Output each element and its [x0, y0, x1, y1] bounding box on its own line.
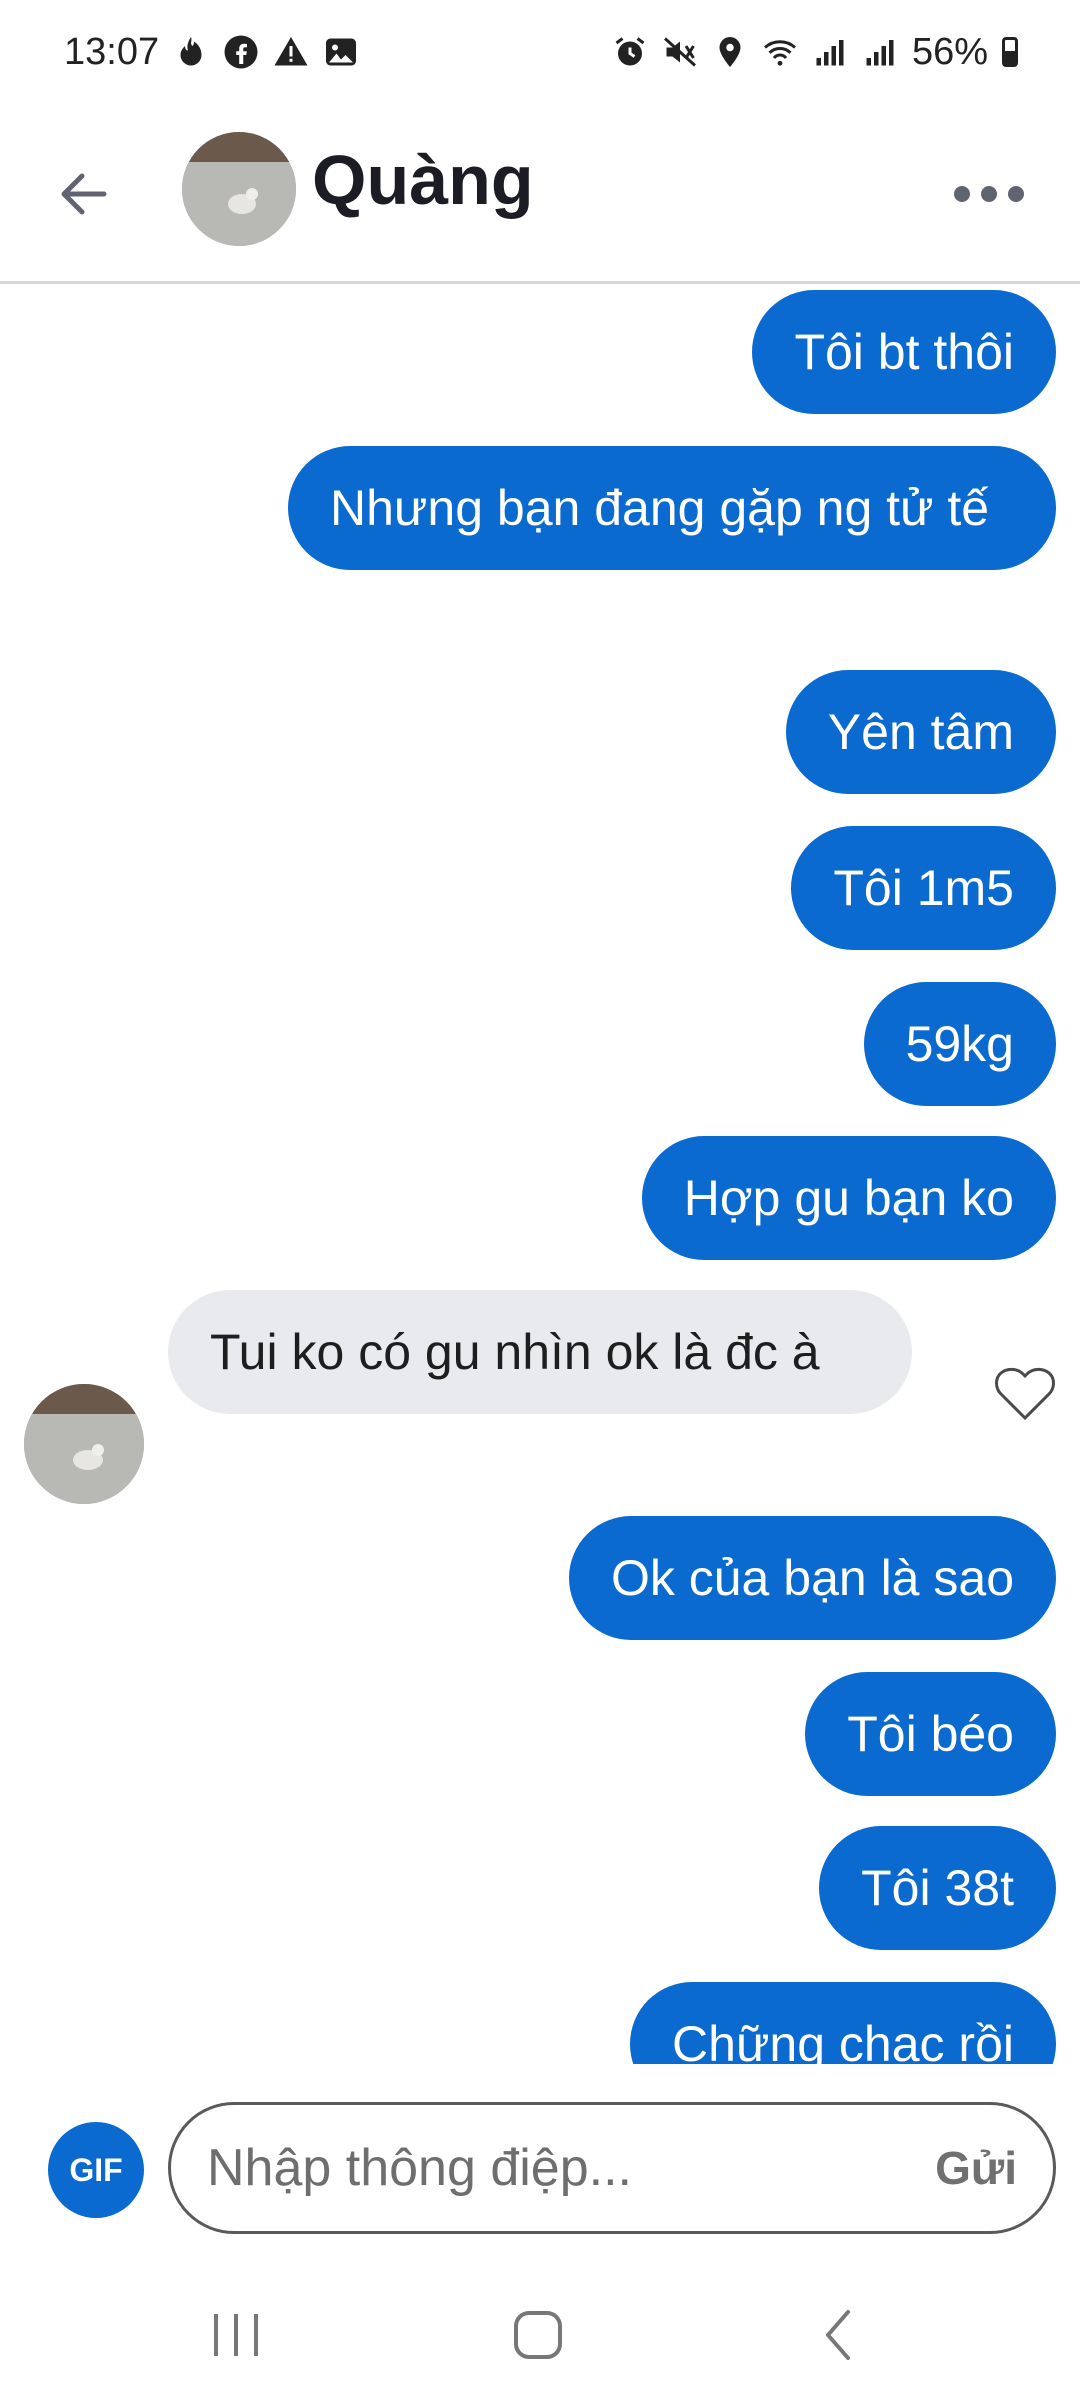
warning-icon — [273, 34, 309, 70]
message-list[interactable]: Tôi bt thôi Nhưng bạn đang gặp ng tử tế … — [0, 284, 1080, 2064]
tinder-icon — [173, 34, 209, 70]
message-bubble-outgoing[interactable]: Hợp gu bạn ko — [641, 1136, 1056, 1260]
more-dots-icon — [954, 186, 1024, 202]
facebook-icon — [223, 34, 259, 70]
signal-icon — [862, 34, 898, 70]
home-icon[interactable] — [498, 2300, 578, 2370]
back-button[interactable] — [52, 162, 116, 226]
contact-avatar[interactable] — [182, 132, 296, 246]
arrow-left-icon — [61, 173, 107, 215]
battery-icon — [1002, 37, 1018, 67]
mute-icon — [662, 34, 698, 70]
system-nav-bar — [0, 2270, 1080, 2400]
image-icon — [323, 34, 359, 70]
recent-apps-icon[interactable] — [196, 2300, 276, 2370]
message-bubble-outgoing[interactable]: Chững chạc rồi — [630, 1982, 1056, 2064]
message-bubble-outgoing[interactable]: Yên tâm — [785, 670, 1056, 794]
gif-button[interactable]: GIF — [48, 2122, 144, 2218]
alarm-icon — [612, 34, 648, 70]
wifi-icon — [762, 34, 798, 70]
contact-name: Quàng — [312, 141, 534, 219]
status-bar: 13:07 56% — [0, 0, 1080, 104]
send-button[interactable]: Gửi — [935, 2141, 1017, 2195]
message-bubble-outgoing[interactable]: Tôi 1m5 — [791, 826, 1056, 950]
message-input-placeholder: Nhập thông điệp... — [207, 2139, 632, 2197]
sender-avatar[interactable] — [24, 1384, 144, 1504]
heart-icon[interactable] — [994, 1364, 1056, 1422]
status-left: 13:07 — [64, 31, 359, 74]
status-right: 56% — [612, 31, 1018, 74]
message-bubble-outgoing[interactable]: 59kg — [863, 982, 1056, 1106]
message-bubble-outgoing[interactable]: Nhưng bạn đang gặp ng tử tế — [288, 446, 1056, 570]
message-bubble-outgoing[interactable]: Tôi 38t — [819, 1826, 1056, 1950]
message-bubble-incoming[interactable]: Tui ko có gu nhìn ok là đc à — [168, 1290, 912, 1414]
nav-back-icon[interactable] — [800, 2300, 880, 2370]
message-bubble-outgoing[interactable]: Tôi béo — [805, 1672, 1056, 1796]
composer: GIF Nhập thông điệp... Gửi — [0, 2064, 1080, 2234]
battery-percent: 56% — [911, 30, 988, 73]
message-input[interactable]: Nhập thông điệp... Gửi — [168, 2102, 1056, 2234]
location-icon — [712, 34, 748, 70]
signal-icon — [812, 34, 848, 70]
more-options-button[interactable] — [944, 174, 1034, 214]
chat-header: Quàng — [0, 104, 1080, 284]
status-time: 13:07 — [64, 30, 160, 73]
message-bubble-outgoing[interactable]: Tôi bt thôi — [752, 290, 1056, 414]
message-bubble-outgoing[interactable]: Ok của bạn là sao — [568, 1516, 1056, 1640]
